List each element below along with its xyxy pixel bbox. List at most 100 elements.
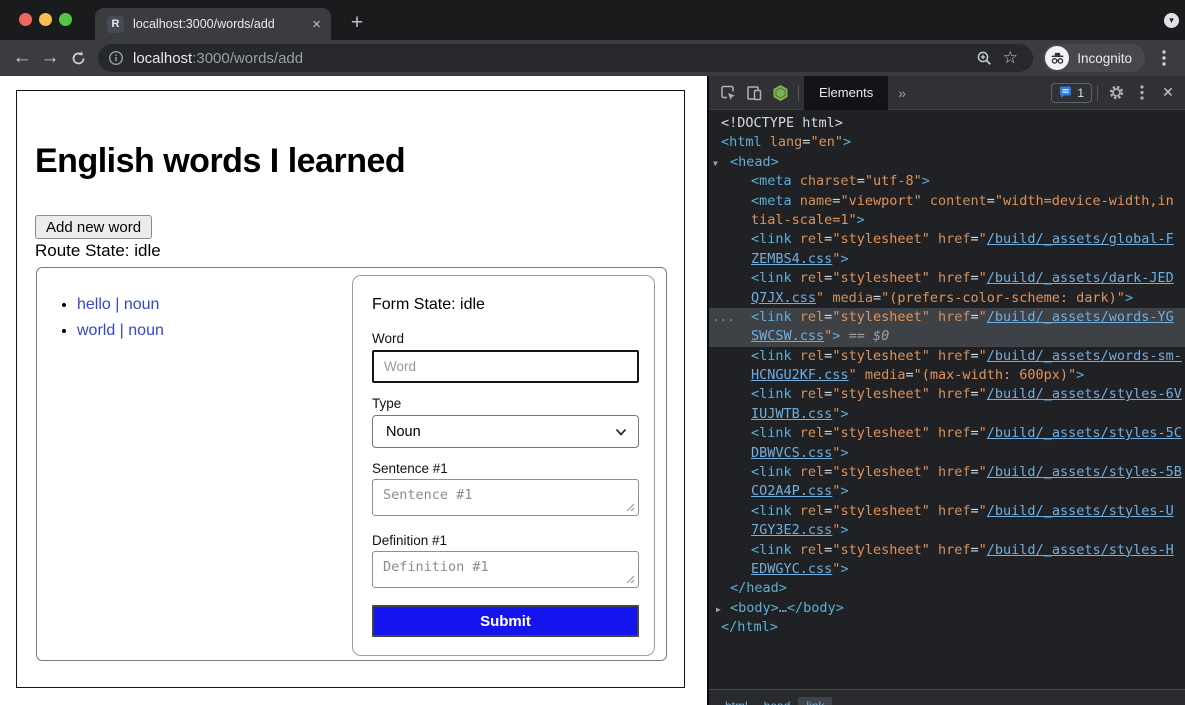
devtools-toolbar: Elements » 1	[709, 76, 1185, 110]
issues-counter[interactable]: 1	[1051, 83, 1092, 103]
dom-tree-node[interactable]: <html lang="en">	[709, 133, 1185, 152]
url-text[interactable]: localhost:3000/words/add	[133, 50, 303, 67]
sentence-textarea[interactable]	[372, 479, 639, 516]
more-tabs-icon[interactable]: »	[898, 85, 906, 101]
page-title: English words I learned	[35, 142, 405, 181]
dom-tree-node[interactable]: IUJWTB.css">	[709, 405, 1185, 424]
dom-tree-node[interactable]: DBWVCS.css">	[709, 444, 1185, 463]
new-tab-button[interactable]: +	[344, 10, 370, 36]
syntax-token: >	[840, 483, 848, 499]
syntax-token: <link	[751, 503, 792, 519]
node-devtools-icon[interactable]	[767, 80, 793, 106]
forward-icon[interactable]: →	[36, 44, 64, 72]
tab-close-icon[interactable]: ×	[312, 17, 321, 32]
submit-button[interactable]: Submit	[372, 605, 639, 637]
dom-tree-node[interactable]: CO2A4P.css">	[709, 482, 1185, 501]
definition-textarea[interactable]	[372, 551, 639, 588]
syntax-token: =	[971, 309, 979, 325]
web-page: English words I learned Add new word Rou…	[0, 76, 707, 705]
inspect-element-icon[interactable]	[715, 80, 741, 106]
tab-search-button[interactable]: ▾	[1164, 13, 1179, 28]
dom-tree-node[interactable]: ▶<body>…</body>	[709, 599, 1185, 618]
breadcrumb-item-link[interactable]: link	[798, 697, 832, 705]
dom-tree-node[interactable]: <meta name="viewport" content="width=dev…	[709, 192, 1185, 211]
syntax-token: "en"	[810, 134, 843, 150]
device-glyph	[745, 84, 763, 102]
syntax-token: >	[840, 561, 848, 577]
syntax-token: <body>	[730, 600, 779, 616]
type-select[interactable]: Noun	[372, 415, 639, 448]
dom-tree-node[interactable]: <link rel="stylesheet" href="/build/_ass…	[709, 385, 1185, 404]
devtools-menu-icon[interactable]	[1129, 80, 1155, 106]
syntax-token: href	[938, 231, 971, 247]
dom-tree-node[interactable]: <link rel="stylesheet" href="/build/_ass…	[709, 463, 1185, 482]
syntax-token: =	[971, 425, 979, 441]
dom-tree-node[interactable]: <link rel="stylesheet" href="/build/_ass…	[709, 347, 1185, 366]
breadcrumb-item-head[interactable]: head	[756, 697, 799, 705]
syntax-token: <meta	[751, 193, 792, 209]
dom-tree-node[interactable]: <link rel="stylesheet" href="/build/_ass…	[709, 541, 1185, 560]
incognito-icon	[1045, 46, 1069, 70]
zoom-page-icon[interactable]	[971, 45, 997, 71]
dom-tree-node[interactable]: SWCSW.css"> == $0	[709, 327, 1185, 346]
dom-tree-node[interactable]: </head>	[709, 579, 1185, 598]
syntax-token: href	[938, 270, 971, 286]
dom-tree-node[interactable]: <!DOCTYPE html>	[709, 114, 1185, 133]
syntax-token: rel	[800, 270, 824, 286]
gear-glyph	[1108, 84, 1125, 101]
syntax-token: media	[865, 367, 906, 383]
browser-menu-icon[interactable]	[1151, 45, 1177, 71]
minimize-window-button[interactable]	[39, 13, 52, 26]
dom-tree-node[interactable]: ...<link rel="stylesheet" href="/build/_…	[709, 308, 1185, 327]
word-input[interactable]	[372, 350, 639, 383]
dom-tree-node[interactable]: HCNGU2KF.css" media="(max-width: 600px)"…	[709, 366, 1185, 385]
incognito-badge: Incognito	[1043, 44, 1145, 72]
syntax-token: rel	[800, 309, 824, 325]
syntax-token: href	[938, 309, 971, 325]
dom-tree-node[interactable]: 7GY3E2.css">	[709, 521, 1185, 540]
expanded-arrow-icon[interactable]: ▼	[713, 154, 718, 172]
browser-toolbar: ← → localhost:3000/words/add	[0, 40, 1185, 76]
dom-tree-node[interactable]: EDWGYC.css">	[709, 560, 1185, 579]
address-bar[interactable]: localhost:3000/words/add ☆	[98, 44, 1033, 72]
dom-tree-node[interactable]: tial-scale=1">	[709, 211, 1185, 230]
syntax-token: "	[979, 348, 987, 364]
syntax-token: "stylesheet"	[832, 270, 930, 286]
back-icon[interactable]: ←	[8, 44, 36, 72]
syntax-token	[792, 425, 800, 441]
devtools-close-icon[interactable]: ✕	[1155, 80, 1181, 106]
maximize-window-button[interactable]	[59, 13, 72, 26]
device-toolbar-icon[interactable]	[741, 80, 767, 106]
dom-tree-node[interactable]: <link rel="stylesheet" href="/build/_ass…	[709, 269, 1185, 288]
syntax-token: href	[938, 464, 971, 480]
syntax-token: =	[905, 367, 913, 383]
close-window-button[interactable]	[19, 13, 32, 26]
word-link[interactable]: world | noun	[77, 322, 164, 339]
add-new-word-button[interactable]: Add new word	[35, 215, 152, 239]
syntax-token: DBWVCS.css	[751, 445, 832, 461]
dom-tree-node[interactable]: </html>	[709, 618, 1185, 637]
syntax-token: media	[832, 290, 873, 306]
dom-tree-node[interactable]: <link rel="stylesheet" href="/build/_ass…	[709, 424, 1185, 443]
word-link[interactable]: hello | noun	[77, 296, 159, 313]
syntax-token	[930, 464, 938, 480]
dom-tree-node[interactable]: <link rel="stylesheet" href="/build/_ass…	[709, 502, 1185, 521]
node-gutter-dots[interactable]: ...	[712, 308, 735, 327]
breadcrumb-item-html[interactable]: html	[717, 697, 756, 705]
syntax-token: <link	[751, 348, 792, 364]
reload-icon[interactable]	[64, 44, 92, 72]
dom-tree-node[interactable]: Q7JX.css" media="(prefers-color-scheme: …	[709, 289, 1185, 308]
syntax-token: Q7JX.css	[751, 290, 816, 306]
dom-tree-node[interactable]: <link rel="stylesheet" href="/build/_ass…	[709, 230, 1185, 249]
bookmark-star-icon[interactable]: ☆	[997, 45, 1023, 71]
devtools-settings-icon[interactable]	[1103, 80, 1129, 106]
page-info-icon[interactable]	[108, 50, 124, 66]
dom-tree-node[interactable]: ▼<head>	[709, 153, 1185, 172]
syntax-token: rel	[800, 348, 824, 364]
collapsed-arrow-icon[interactable]: ▶	[716, 600, 721, 618]
dom-tree-node[interactable]: <meta charset="utf-8">	[709, 172, 1185, 191]
tab-elements[interactable]: Elements	[804, 76, 888, 110]
browser-tab[interactable]: R localhost:3000/words/add ×	[95, 8, 331, 40]
dom-tree-node[interactable]: ZEMBS4.css">	[709, 250, 1185, 269]
syntax-token: "	[979, 270, 987, 286]
